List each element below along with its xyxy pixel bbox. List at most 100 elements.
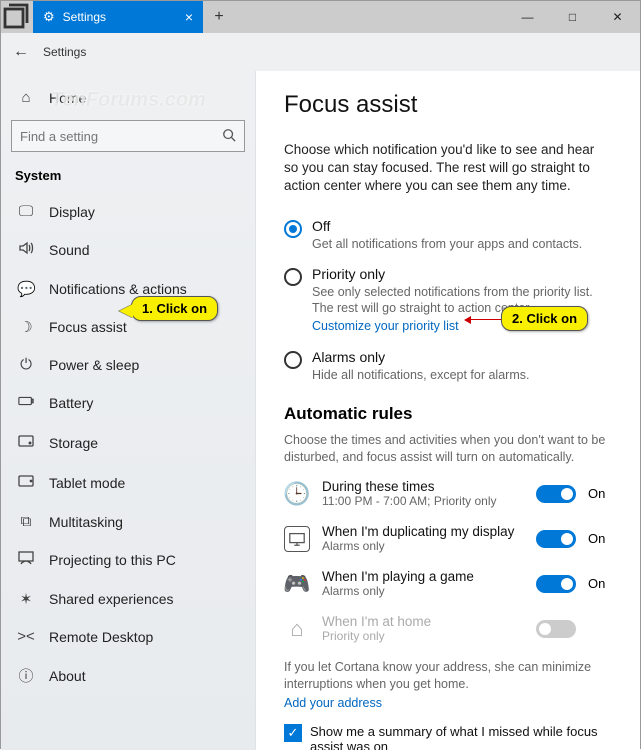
sidebar-home-button[interactable]: ⌂ Home (11, 79, 245, 116)
sidebar-item-label: Battery (49, 395, 93, 411)
back-button[interactable]: ← (13, 43, 29, 61)
storage-icon (17, 433, 35, 453)
sidebar-item-storage[interactable]: Storage (11, 423, 245, 463)
toggle-state-label: On (588, 531, 612, 546)
projecting-icon (17, 550, 35, 570)
radio-description: Get all notifications from your apps and… (312, 236, 582, 252)
monitor-icon (284, 526, 310, 552)
sidebar-item-display[interactable]: 🖵Display (11, 193, 245, 230)
shared-icon: ✶ (17, 590, 35, 608)
annotation-arrow (470, 319, 502, 320)
content-pane: Focus assist Choose which notification y… (256, 71, 640, 750)
rule-toggle[interactable] (536, 530, 576, 548)
app-header: ← Settings (1, 33, 640, 71)
checkbox-checked-icon[interactable]: ✓ (284, 724, 302, 742)
rule-playing-game[interactable]: 🎮 When I'm playing a gameAlarms only On (284, 569, 612, 598)
sidebar-item-label: Notifications & actions (49, 281, 187, 297)
add-address-link[interactable]: Add your address (284, 696, 382, 710)
toggle-state-label: On (588, 486, 612, 501)
rule-title: When I'm playing a game (322, 569, 524, 584)
search-input[interactable] (20, 129, 222, 144)
sidebar-item-multitasking[interactable]: ⧉ Multitasking (11, 503, 245, 540)
about-icon: ⓘ (17, 665, 35, 686)
browser-tab-settings[interactable]: ⚙ Settings × (33, 1, 203, 33)
focus-assist-icon: ☽ (17, 318, 35, 336)
radio-button[interactable] (284, 220, 302, 238)
tab-close-icon[interactable]: × (185, 9, 193, 25)
sidebar-item-shared[interactable]: ✶ Shared experiences (11, 580, 245, 618)
sidebar-item-power[interactable]: ⏻ Power & sleep (11, 346, 245, 383)
rule-subtitle: Alarms only (322, 584, 524, 598)
tablet-icon (17, 473, 35, 493)
sidebar-item-label: Multitasking (49, 514, 123, 530)
power-icon: ⏻ (17, 356, 35, 373)
sidebar-item-sound[interactable]: Sound (11, 230, 245, 270)
radio-alarms-only[interactable]: Alarms only Hide all notifications, exce… (284, 349, 612, 383)
customize-priority-list-link[interactable]: Customize your priority list (312, 319, 459, 333)
summary-checkbox-row[interactable]: ✓ Show me a summary of what I missed whi… (284, 724, 612, 750)
sidebar-item-tablet[interactable]: Tablet mode (11, 463, 245, 503)
rule-toggle[interactable] (536, 485, 576, 503)
radio-off[interactable]: Off Get all notifications from your apps… (284, 218, 612, 252)
toggle-state-label: On (588, 576, 612, 591)
sidebar-item-label: Focus assist (49, 319, 127, 335)
rule-toggle (536, 620, 576, 638)
rule-title: During these times (322, 479, 524, 494)
window-close-button[interactable]: ✕ (595, 1, 640, 33)
notifications-icon: 💬 (17, 280, 35, 298)
home-icon: ⌂ (17, 89, 35, 106)
home-icon: ⌂ (284, 616, 310, 642)
gear-icon: ⚙ (43, 9, 55, 25)
cortana-note: If you let Cortana know your address, sh… (284, 659, 612, 693)
sidebar-home-label: Home (49, 90, 86, 106)
search-icon (222, 128, 236, 145)
sidebar-item-battery[interactable]: Battery (11, 383, 245, 423)
rule-subtitle: 11:00 PM - 7:00 AM; Priority only (322, 494, 524, 508)
display-icon: 🖵 (17, 203, 35, 220)
focus-mode-radio-group: Off Get all notifications from your apps… (284, 218, 612, 384)
rule-during-times[interactable]: 🕒 During these times11:00 PM - 7:00 AM; … (284, 479, 612, 508)
rule-title: When I'm at home (322, 614, 524, 629)
multitasking-icon: ⧉ (17, 513, 35, 530)
page-intro: Choose which notification you'd like to … (284, 141, 612, 196)
new-tab-button[interactable]: + (203, 1, 235, 33)
rule-subtitle: Priority only (322, 629, 524, 643)
window-maximize-button[interactable]: □ (550, 1, 595, 33)
sound-icon (17, 240, 35, 260)
sidebar-item-label: Power & sleep (49, 357, 139, 373)
callout-text: 1. Click on (142, 301, 207, 316)
window-titlebar: ⚙ Settings × + — □ ✕ (1, 1, 640, 33)
automatic-rules-description: Choose the times and activities when you… (284, 432, 612, 466)
automatic-rules-heading: Automatic rules (284, 404, 612, 424)
sidebar-item-projecting[interactable]: Projecting to this PC (11, 540, 245, 580)
rule-title: When I'm duplicating my display (322, 524, 524, 539)
rule-at-home: ⌂ When I'm at homePriority only (284, 614, 612, 643)
tab-label: Settings (63, 10, 106, 24)
sidebar: ⌂ Home System 🖵Display Sound 💬Notificati… (1, 71, 256, 750)
radio-button[interactable] (284, 351, 302, 369)
sidebar-item-label: Tablet mode (49, 475, 125, 491)
rule-duplicating-display[interactable]: When I'm duplicating my displayAlarms on… (284, 524, 612, 553)
sidebar-item-about[interactable]: ⓘ About (11, 655, 245, 696)
sidebar-search[interactable] (11, 120, 245, 152)
rule-subtitle: Alarms only (322, 539, 524, 553)
radio-label: Alarms only (312, 349, 529, 365)
sidebar-item-label: Projecting to this PC (49, 552, 176, 568)
radio-label: Priority only (312, 266, 612, 282)
sidebar-item-label: Storage (49, 435, 98, 451)
sidebar-item-label: About (49, 668, 86, 684)
sidebar-item-label: Remote Desktop (49, 629, 153, 645)
sidebar-item-label: Shared experiences (49, 591, 174, 607)
window-controls: — □ ✕ (505, 1, 640, 33)
radio-label: Off (312, 218, 582, 234)
remote-icon: >< (17, 628, 35, 645)
checkbox-label: Show me a summary of what I missed while… (310, 724, 612, 750)
tabs-overview-icon[interactable] (1, 1, 33, 33)
window-minimize-button[interactable]: — (505, 1, 550, 33)
rule-toggle[interactable] (536, 575, 576, 593)
radio-button[interactable] (284, 268, 302, 286)
game-controller-icon: 🎮 (284, 571, 310, 597)
sidebar-item-remote[interactable]: >< Remote Desktop (11, 618, 245, 655)
page-title: Focus assist (284, 91, 612, 119)
clock-icon: 🕒 (284, 481, 310, 507)
